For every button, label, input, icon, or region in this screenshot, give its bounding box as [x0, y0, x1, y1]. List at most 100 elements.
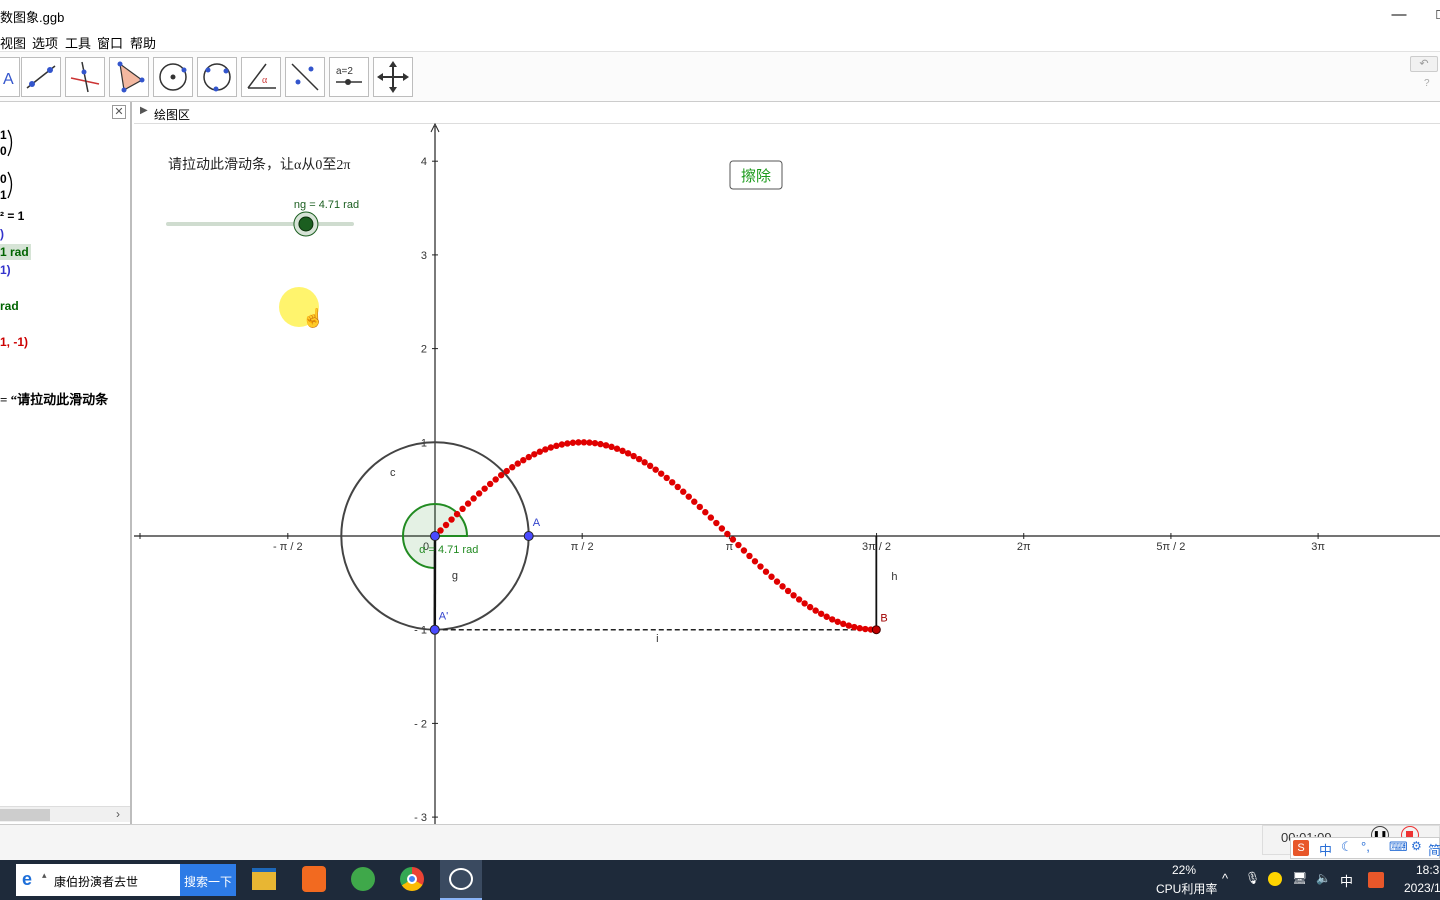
ime-mode-label[interactable]: 中	[1319, 840, 1332, 859]
input-bar[interactable]: 00:01:09 ❚❚ S 中 ☾ °, ⌨ ⚙ 简	[0, 824, 1440, 860]
cpu-label: CPU利用率	[1156, 882, 1218, 896]
graphics-canvas[interactable]: - π / 2π / 2 π 3π / 2 2π 5π / 2 3π4321- 1- 2-…	[134, 102, 1440, 824]
sine-trace-dot	[569, 439, 577, 446]
file-explorer-icon[interactable]	[252, 868, 276, 890]
sine-trace-dot	[845, 622, 852, 629]
scrollbar-thumb[interactable]	[0, 809, 50, 821]
line-icon	[26, 65, 56, 89]
sine-trace-dot	[790, 592, 797, 599]
sine-trace-dot	[729, 536, 737, 543]
sine-trace-dot	[509, 464, 516, 471]
media-app-icon[interactable]	[302, 866, 326, 892]
menu-view[interactable]: 视图	[0, 33, 26, 52]
scroll-right-icon[interactable]: ›	[116, 807, 120, 821]
slider-label: ng = 4.71 rad	[294, 199, 359, 211]
algebra-line-selected[interactable]: 1 rad	[0, 244, 31, 260]
polygon-tool[interactable]	[109, 57, 149, 97]
moon-icon[interactable]: ☾	[1341, 839, 1353, 855]
perpendicular-tool[interactable]	[65, 57, 105, 97]
sogou-tray-icon[interactable]	[1368, 872, 1384, 888]
x-tick-label: π / 2	[571, 541, 594, 553]
graphics-view[interactable]: ▶ 绘图区 - π / 2π / 2 π 3π / 2 2π 5π / 2 3π 4 3 2 1-…	[134, 102, 1440, 824]
help-icon[interactable]: ?	[1424, 78, 1430, 89]
angle-tool[interactable]: α	[241, 57, 281, 97]
dropdown-icon[interactable]: ▴	[42, 870, 47, 881]
tray-plus-icon[interactable]	[1268, 872, 1282, 886]
algebra-scrollbar[interactable]: ›	[0, 806, 130, 822]
algebra-line[interactable]: 1)	[0, 263, 11, 277]
y-tick-label: 3	[421, 250, 427, 262]
sine-trace-dot	[862, 625, 869, 633]
search-button[interactable]: 搜索一下	[180, 864, 236, 896]
settings-icon[interactable]: ⚙	[1411, 839, 1422, 853]
tray-chevron-icon[interactable]: ^	[1222, 871, 1228, 886]
toolbar: A α a=2 ↶ ?	[0, 52, 1440, 102]
sogou-icon[interactable]: S	[1293, 840, 1309, 856]
sine-trace-dot	[674, 483, 681, 491]
reflect-tool[interactable]	[285, 57, 325, 97]
sine-trace-dot	[641, 459, 648, 466]
minimize-button[interactable]: —	[1384, 4, 1414, 26]
slider-knob[interactable]	[298, 216, 314, 232]
circle-icon	[159, 63, 187, 91]
search-box[interactable]: e ▴ 康伯扮演者去世	[16, 864, 180, 896]
circle-three-points-icon	[203, 63, 231, 92]
sine-trace-dot	[553, 442, 560, 450]
line-tool[interactable]	[21, 57, 61, 97]
microphone-icon[interactable]: 🎙	[1245, 871, 1260, 885]
volume-icon[interactable]: 🔈	[1316, 871, 1331, 885]
keyboard-icon[interactable]: ⌨	[1389, 839, 1408, 855]
simplified-label[interactable]: 简	[1428, 840, 1440, 859]
svg-text:α: α	[262, 75, 268, 86]
angle-label: α = 4.71 rad	[419, 544, 478, 556]
point-A-prime-label: A'	[439, 611, 448, 623]
circle-label: c	[390, 467, 396, 479]
sine-trace-dot	[464, 500, 472, 507]
point-A[interactable]	[523, 531, 534, 541]
point-A-prime[interactable]	[429, 624, 440, 635]
menu-tools[interactable]: 工具	[65, 33, 91, 52]
y-tick-label: 2	[421, 344, 427, 356]
close-algebra-icon[interactable]: ✕	[112, 105, 126, 119]
punct-icon[interactable]: °,	[1361, 839, 1370, 854]
algebra-line[interactable]: 1	[0, 128, 7, 142]
menu-help[interactable]: 帮助	[130, 33, 156, 52]
point-B[interactable]	[871, 625, 881, 635]
ime-indicator[interactable]: 中	[1340, 871, 1353, 890]
circle-tool[interactable]	[153, 57, 193, 97]
algebra-line[interactable]: ² = 1	[0, 209, 24, 223]
sine-trace-dot	[575, 439, 582, 446]
sine-trace-dot	[707, 514, 715, 521]
algebra-line[interactable]: 1, -1)	[0, 335, 28, 349]
algebra-line[interactable]: )	[0, 227, 4, 241]
algebra-line[interactable]: 1	[0, 188, 7, 202]
menu-options[interactable]: 选项	[32, 33, 58, 52]
algebra-line[interactable]: rad	[0, 299, 19, 313]
undo-icon[interactable]: ↶	[1410, 56, 1438, 72]
sine-trace-dot	[646, 462, 654, 470]
move-tool[interactable]: A	[0, 57, 20, 97]
circle-three-points-tool[interactable]	[197, 57, 237, 97]
menu-window[interactable]: 窗口	[97, 33, 123, 52]
sine-trace-dot	[481, 485, 488, 492]
network-icon[interactable]: 🖥	[1292, 871, 1307, 885]
point-B-label: B	[880, 613, 887, 625]
search-input[interactable]: 康伯扮演者去世	[54, 873, 138, 890]
chrome-icon[interactable]	[400, 867, 424, 891]
restore-button[interactable]: □	[1426, 4, 1440, 26]
algebra-line[interactable]: 0	[0, 172, 7, 186]
point-A-label: A	[533, 517, 541, 529]
browser-green-icon[interactable]	[351, 867, 375, 891]
origin-point[interactable]	[430, 531, 440, 541]
sine-trace-dot	[630, 452, 637, 460]
sine-trace-dot	[657, 470, 665, 477]
sine-trace-dot	[497, 471, 505, 479]
sine-trace-dot	[718, 525, 726, 532]
algebra-line[interactable]: = “请拉动此滑动条	[0, 389, 108, 408]
geogebra-task[interactable]	[440, 860, 482, 900]
sine-trace-dot	[613, 445, 621, 452]
algebra-line[interactable]: 0	[0, 144, 7, 158]
sine-trace-dot	[812, 607, 819, 614]
move-view-tool[interactable]	[373, 57, 413, 97]
slider-tool[interactable]: a=2	[329, 57, 369, 97]
